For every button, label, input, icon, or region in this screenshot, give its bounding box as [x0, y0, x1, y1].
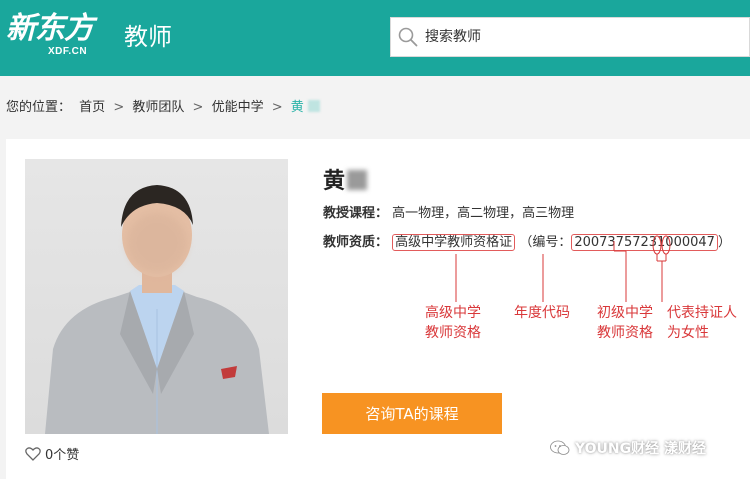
annotation-year-code: 年度代码: [514, 305, 570, 321]
top-header: 新东方 XDF.CN 教师: [0, 0, 750, 76]
breadcrumb-prefix: 您的位置：: [6, 100, 72, 115]
breadcrumb-separator: >: [271, 100, 283, 115]
search-box[interactable]: [390, 17, 750, 57]
breadcrumb-item-current: 黄: [291, 100, 324, 115]
watermark: YOUNG财经 漾财经: [550, 438, 706, 458]
breadcrumb-item-school[interactable]: 优能中学: [212, 100, 264, 115]
breadcrumb-item-team[interactable]: 教师团队: [132, 100, 184, 115]
annotation-female: 代表持证人 为女性: [667, 305, 737, 341]
section-title[interactable]: 教师: [124, 20, 172, 54]
breadcrumb-separator: >: [113, 100, 125, 115]
redaction-blur: [307, 100, 320, 112]
breadcrumb-separator: >: [192, 100, 204, 115]
logo-subtext: XDF.CN: [48, 46, 88, 57]
xdf-logo[interactable]: 新东方 XDF.CN: [6, 12, 106, 58]
search-input[interactable]: [425, 26, 725, 48]
watermark-text: YOUNG财经 漾财经: [575, 441, 706, 457]
annotation-junior-qualification: 初级中学 教师资格: [597, 305, 653, 341]
annotation-senior-qualification: 高级中学 教师资格: [425, 305, 481, 341]
breadcrumb: 您的位置： 首页 > 教师团队 > 优能中学 > 黄: [6, 98, 328, 118]
teacher-profile-card: 0个赞 黄 教授课程： 高一物理，高二物理，高三物理 教师资质： 高级中学教师资…: [6, 139, 750, 479]
logo-text: 新东方: [6, 11, 94, 46]
wechat-icon: [550, 440, 570, 455]
breadcrumb-item-home[interactable]: 首页: [79, 100, 105, 115]
consult-courses-button[interactable]: 咨询TA的课程: [322, 393, 502, 434]
search-icon[interactable]: [397, 26, 419, 48]
